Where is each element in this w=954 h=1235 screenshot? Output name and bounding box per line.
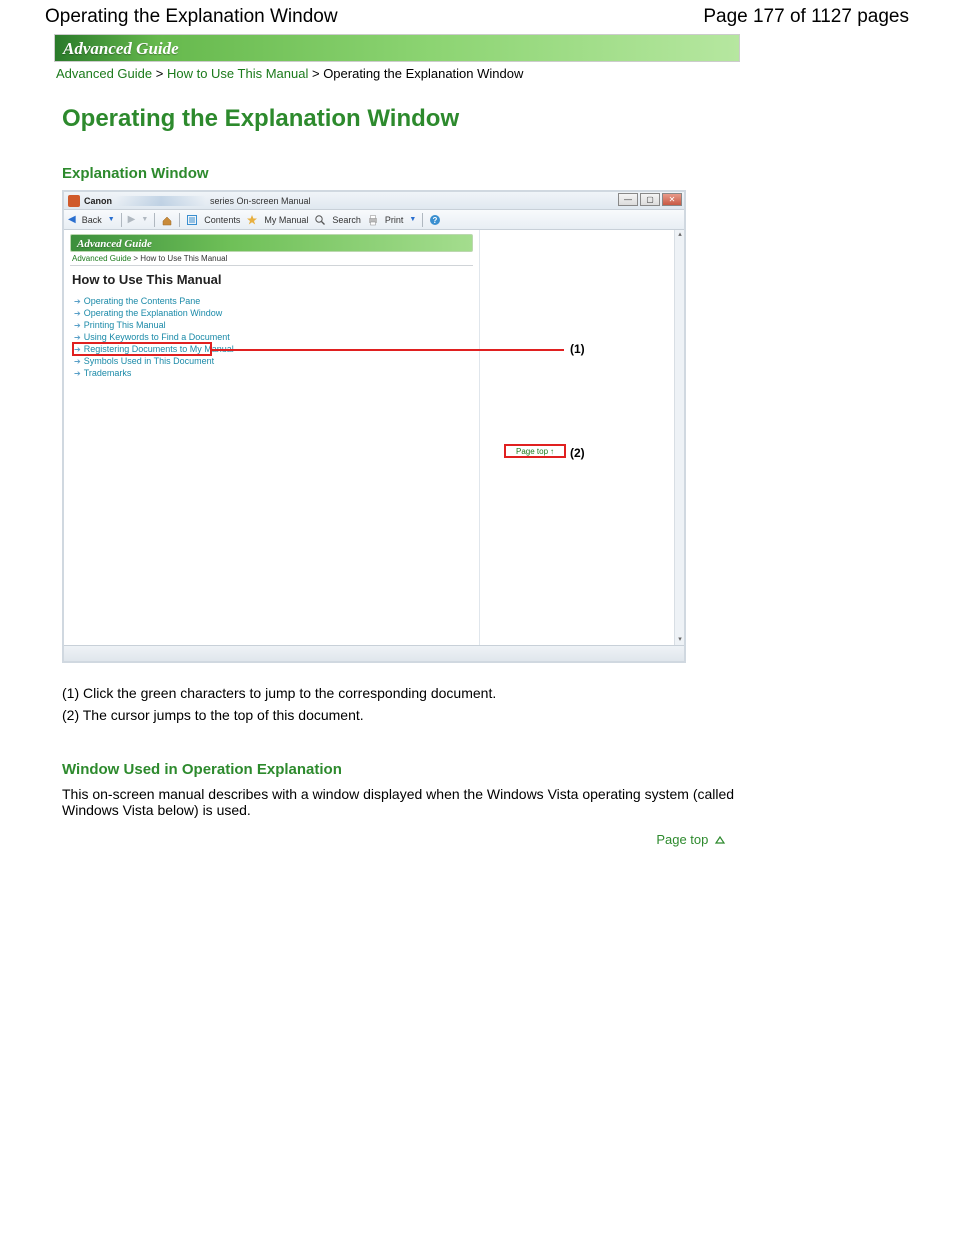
topic-link[interactable]: Symbols Used in This Document bbox=[84, 356, 214, 366]
arrow-icon: ➔ bbox=[74, 321, 81, 330]
titlebar-suffix: series On-screen Manual bbox=[210, 196, 311, 206]
page-counter: Page 177 of 1127 pages bbox=[703, 6, 909, 28]
breadcrumb: Advanced Guide > How to Use This Manual … bbox=[54, 62, 740, 91]
contents-icon[interactable] bbox=[186, 214, 198, 226]
scroll-up-icon[interactable]: ▴ bbox=[675, 230, 685, 240]
back-arrow-icon[interactable]: ◀ bbox=[68, 214, 76, 225]
breadcrumb-link-how-to-use[interactable]: How to Use This Manual bbox=[167, 66, 308, 81]
back-button[interactable]: Back bbox=[82, 215, 102, 225]
toolbar: ◀ Back ▼ ▶ ▼ Contents My Manual Search P… bbox=[64, 210, 684, 230]
explanation-pane: Advanced Guide Advanced Guide > How to U… bbox=[64, 230, 479, 645]
page-title: Operating the Explanation Window bbox=[62, 105, 740, 133]
svg-text:?: ? bbox=[433, 216, 438, 225]
topic-link[interactable]: Operating the Contents Pane bbox=[84, 296, 201, 306]
forward-dropdown-icon[interactable]: ▼ bbox=[141, 216, 148, 223]
titlebar-gradient bbox=[116, 196, 206, 206]
inner-breadcrumb: Advanced Guide > How to Use This Manual bbox=[70, 252, 473, 266]
callout-leader-1 bbox=[210, 349, 564, 351]
callout-label-1: (1) bbox=[570, 342, 585, 356]
inner-advanced-guide-banner: Advanced Guide bbox=[70, 234, 473, 252]
breadcrumb-sep: > bbox=[156, 66, 164, 81]
section2-body: This on-screen manual describes with a w… bbox=[62, 786, 740, 818]
topic-link[interactable]: Trademarks bbox=[84, 368, 132, 378]
callout-highlight-1 bbox=[72, 342, 212, 356]
brand-label: Canon bbox=[84, 196, 112, 206]
scrollbar[interactable]: ▴ ▾ bbox=[674, 230, 684, 645]
topic-link[interactable]: Operating the Explanation Window bbox=[84, 308, 223, 318]
blank-pane: ▴ ▾ bbox=[479, 230, 684, 645]
maximize-button[interactable]: ▢ bbox=[640, 193, 660, 206]
arrow-icon: ➔ bbox=[74, 297, 81, 306]
up-arrow-icon bbox=[714, 835, 726, 847]
callout-highlight-2[interactable]: Page top ↑ bbox=[504, 444, 566, 458]
inner-breadcrumb-l1[interactable]: Advanced Guide bbox=[72, 254, 131, 263]
print-dropdown-icon[interactable]: ▼ bbox=[409, 216, 416, 223]
toolbar-separator bbox=[422, 213, 423, 227]
minimize-button[interactable]: — bbox=[618, 193, 638, 206]
inner-section-title: How to Use This Manual bbox=[72, 272, 473, 287]
list-item[interactable]: ➔Trademarks bbox=[74, 367, 473, 379]
print-button[interactable]: Print bbox=[385, 215, 404, 225]
note-2: (2) The cursor jumps to the top of this … bbox=[62, 707, 740, 723]
home-icon[interactable] bbox=[161, 214, 173, 226]
breadcrumb-link-advanced-guide[interactable]: Advanced Guide bbox=[56, 66, 152, 81]
help-icon[interactable]: ? bbox=[429, 214, 441, 226]
print-icon[interactable] bbox=[367, 214, 379, 226]
close-button[interactable]: ✕ bbox=[662, 193, 682, 206]
arrow-icon: ➔ bbox=[74, 369, 81, 378]
window-statusbar bbox=[64, 645, 684, 661]
star-icon[interactable] bbox=[246, 214, 258, 226]
inner-breadcrumb-l2: How to Use This Manual bbox=[140, 254, 227, 263]
search-icon[interactable] bbox=[314, 214, 326, 226]
doc-title: Operating the Explanation Window bbox=[45, 6, 338, 28]
arrow-icon: ➔ bbox=[74, 357, 81, 366]
app-icon bbox=[68, 195, 80, 207]
list-item[interactable]: ➔Operating the Contents Pane bbox=[74, 295, 473, 307]
list-item[interactable]: ➔Printing This Manual bbox=[74, 319, 473, 331]
list-item[interactable]: ➔Symbols Used in This Document bbox=[74, 355, 473, 367]
arrow-icon: ➔ bbox=[74, 333, 81, 342]
search-button[interactable]: Search bbox=[332, 215, 361, 225]
back-dropdown-icon[interactable]: ▼ bbox=[108, 216, 115, 223]
topic-link[interactable]: Printing This Manual bbox=[84, 320, 166, 330]
toolbar-separator bbox=[179, 213, 180, 227]
advanced-guide-banner: Advanced Guide bbox=[54, 34, 740, 62]
callout-label-2: (2) bbox=[570, 446, 585, 460]
forward-arrow-icon[interactable]: ▶ bbox=[128, 214, 136, 225]
toolbar-separator bbox=[154, 213, 155, 227]
inner-breadcrumb-sep: > bbox=[133, 254, 138, 263]
section-window-used: Window Used in Operation Explanation bbox=[62, 761, 740, 778]
breadcrumb-sep: > bbox=[312, 66, 320, 81]
explanation-window-screenshot: Canon series On-screen Manual — ▢ ✕ ◀ Ba… bbox=[62, 190, 686, 663]
contents-button[interactable]: Contents bbox=[204, 215, 240, 225]
page-top-label: Page top bbox=[656, 832, 708, 847]
breadcrumb-current: Operating the Explanation Window bbox=[323, 66, 523, 81]
topic-link-list: ➔Operating the Contents Pane ➔Operating … bbox=[74, 295, 473, 379]
toolbar-separator bbox=[121, 213, 122, 227]
scroll-down-icon[interactable]: ▾ bbox=[675, 635, 685, 645]
window-titlebar: Canon series On-screen Manual — ▢ ✕ bbox=[64, 192, 684, 210]
note-1: (1) Click the green characters to jump t… bbox=[62, 685, 740, 701]
up-arrow-icon: ↑ bbox=[550, 447, 554, 456]
mymanual-button[interactable]: My Manual bbox=[264, 215, 308, 225]
pagetop-box-label: Page top bbox=[516, 447, 548, 456]
section-explanation-window: Explanation Window bbox=[62, 165, 740, 182]
list-item[interactable]: ➔Operating the Explanation Window bbox=[74, 307, 473, 319]
topic-link[interactable]: Using Keywords to Find a Document bbox=[84, 332, 230, 342]
arrow-icon: ➔ bbox=[74, 309, 81, 318]
page-top-link[interactable]: Page top bbox=[62, 832, 740, 847]
